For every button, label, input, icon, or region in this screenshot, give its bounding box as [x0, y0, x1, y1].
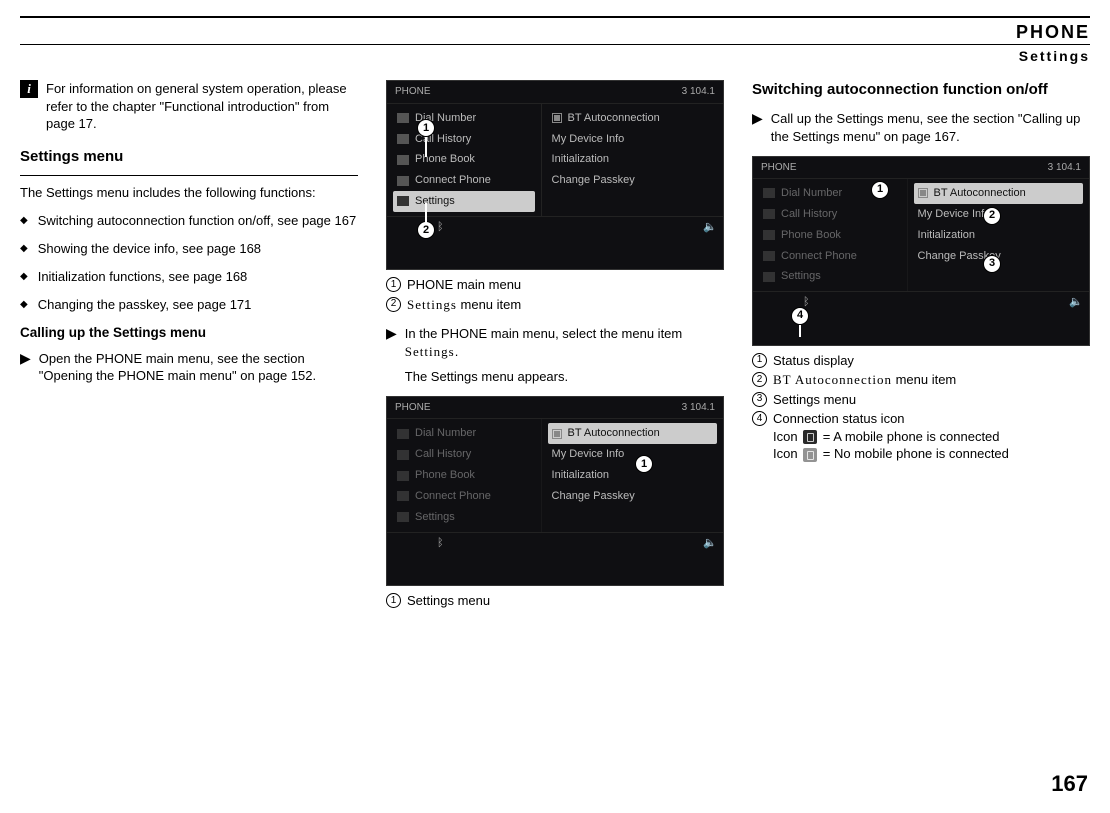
speaker-icon: 🔈 [1069, 295, 1083, 310]
ss-header-right: 3 104.1 [1048, 161, 1081, 175]
page-number: 167 [1051, 769, 1088, 799]
screenshot-autoconnection: PHONE 3 104.1 Dial Number Call History P… [752, 156, 1090, 346]
step-text: In the PHONE main menu, select the menu … [405, 325, 724, 386]
column-1: i For information on general system oper… [20, 80, 358, 621]
callout-4: 4 [791, 307, 809, 325]
legend-num-4: 4 [752, 411, 767, 426]
phone-connected-icon [803, 430, 817, 444]
page-subtitle: Settings [20, 44, 1090, 66]
divider [20, 175, 358, 176]
switching-autoconnection-heading: Switching autoconnection function on/off [752, 80, 1090, 100]
calling-up-heading: Calling up the Settings menu [20, 324, 358, 342]
step-arrow-icon: ▶ [752, 110, 763, 145]
step-call-settings-menu: ▶ Call up the Settings menu, see the sec… [752, 110, 1090, 145]
phone-disconnected-icon [803, 448, 817, 462]
ss-header-left: PHONE [395, 401, 431, 415]
column-2: PHONE 3 104.1 Dial Number Call History P… [386, 80, 724, 621]
screenshot2-legend: 1 Settings menu [386, 592, 724, 610]
list-item: Changing the passkey, see page 171 [38, 296, 252, 314]
screenshot-settings-menu: PHONE 3 104.1 Dial Number Call History P… [386, 396, 724, 586]
bluetooth-icon: ᛒ [437, 536, 444, 551]
speaker-icon: 🔈 [703, 536, 717, 551]
settings-functions-list: Switching autoconnection function on/off… [20, 212, 358, 314]
page-title: PHONE [20, 20, 1090, 44]
legend-text: Connection status icon Icon = A mobile p… [773, 410, 1009, 463]
legend-text: Status display [773, 352, 854, 370]
callout-2: 2 [983, 207, 1001, 225]
step-text: Open the PHONE main menu, see the sectio… [39, 350, 358, 385]
callout-3: 3 [983, 255, 1001, 273]
step-select-settings: ▶ In the PHONE main menu, select the men… [386, 325, 724, 386]
callout-1: 1 [871, 181, 889, 199]
step-arrow-icon: ▶ [20, 350, 31, 385]
legend-num-1: 1 [752, 353, 767, 368]
list-item: Initialization functions, see page 168 [38, 268, 248, 286]
settings-menu-intro: The Settings menu includes the following… [20, 184, 358, 202]
list-item: Switching autoconnection function on/off… [38, 212, 357, 230]
screenshot-phone-main-menu: PHONE 3 104.1 Dial Number Call History P… [386, 80, 724, 270]
ss-header-right: 3 104.1 [682, 401, 715, 415]
legend-text: PHONE main menu [407, 276, 521, 294]
info-note-row: i For information on general system oper… [20, 80, 358, 133]
legend-num-2: 2 [386, 297, 401, 312]
step-open-phone-menu: ▶ Open the PHONE main menu, see the sect… [20, 350, 358, 385]
callout-1: 1 [635, 455, 653, 473]
settings-menu-heading: Settings menu [20, 147, 358, 167]
list-item: Showing the device info, see page 168 [38, 240, 261, 258]
page-header: PHONE Settings [20, 16, 1090, 66]
legend-num-2: 2 [752, 372, 767, 387]
screenshot1-legend: 1 PHONE main menu 2 Settings menu item [386, 276, 724, 313]
column-3: Switching autoconnection function on/off… [752, 80, 1090, 621]
legend-num-3: 3 [752, 392, 767, 407]
ss-header-left: PHONE [395, 85, 431, 99]
legend-text: BT Autoconnection menu item [773, 371, 956, 389]
speaker-icon: 🔈 [703, 220, 717, 235]
legend-text: Settings menu [773, 391, 856, 409]
legend-num-1: 1 [386, 277, 401, 292]
step-text: Call up the Settings menu, see the secti… [771, 110, 1090, 145]
ss-header-right: 3 104.1 [682, 85, 715, 99]
legend-num-1: 1 [386, 593, 401, 608]
ss-header-left: PHONE [761, 161, 797, 175]
bluetooth-icon: ᛒ [437, 220, 444, 235]
screenshot3-legend: 1 Status display 2 BT Autoconnection menu … [752, 352, 1090, 463]
step-result: The Settings menu appears. [405, 368, 724, 386]
content-columns: i For information on general system oper… [20, 80, 1090, 621]
callout-2: 2 [417, 221, 435, 239]
legend-text: Settings menu [407, 592, 490, 610]
legend-text: Settings menu item [407, 296, 521, 314]
step-arrow-icon: ▶ [386, 325, 397, 386]
info-icon: i [20, 80, 38, 98]
info-note-text: For information on general system operat… [46, 80, 358, 133]
